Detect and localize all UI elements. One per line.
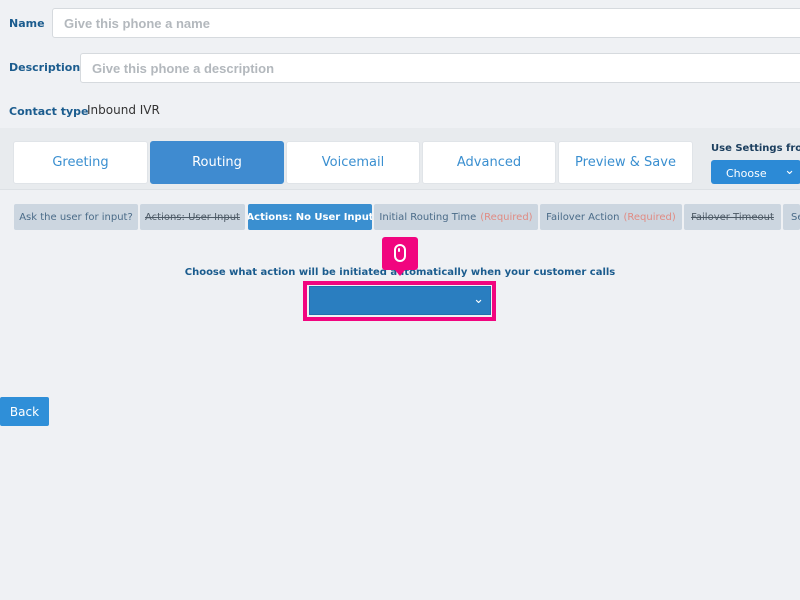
tab-preview-save[interactable]: Preview & Save xyxy=(558,141,693,184)
cursor-indicator xyxy=(382,237,418,276)
tab-greeting[interactable]: Greeting xyxy=(13,141,148,184)
subtab-actions-no-user-input[interactable]: Actions: No User Input xyxy=(248,204,372,230)
use-settings-label: Use Settings from xyxy=(711,143,800,154)
required-tag: (Required) xyxy=(623,211,676,223)
description-label: Description xyxy=(9,61,81,74)
tab-label: Advanced xyxy=(456,155,522,170)
subtab-actions-user-input[interactable]: Actions: User Input xyxy=(140,204,245,230)
subtab-label: Failover Timeout xyxy=(691,211,774,223)
choose-settings-dropdown[interactable]: Choose ⌄ xyxy=(711,160,800,184)
subtab-label: Actions: No User Input xyxy=(248,211,372,223)
mouse-icon xyxy=(394,244,406,262)
chevron-down-icon: ⌄ xyxy=(473,292,484,307)
tab-label: Voicemail xyxy=(321,155,385,170)
subtab-label: Actions: User Input xyxy=(145,211,240,223)
subtab-overflow[interactable]: Se xyxy=(783,204,800,230)
tab-label: Greeting xyxy=(52,155,109,170)
contact-type-label: Contact type xyxy=(9,105,89,118)
subtab-label: Se xyxy=(791,211,800,223)
subtab-label: Initial Routing Time xyxy=(379,211,477,223)
back-button[interactable]: Back xyxy=(0,397,49,426)
tab-label: Routing xyxy=(192,155,242,170)
description-input[interactable] xyxy=(80,53,800,83)
name-label: Name xyxy=(9,17,45,30)
name-input[interactable] xyxy=(52,8,800,38)
subtab-label: Ask the user for input? xyxy=(19,211,133,223)
subtab-failover-timeout[interactable]: Failover Timeout xyxy=(684,204,781,230)
main-tabs-panel: Greeting Routing Voicemail Advanced Prev… xyxy=(0,128,800,190)
tab-routing[interactable]: Routing xyxy=(150,141,284,184)
subtab-ask-user-input[interactable]: Ask the user for input? xyxy=(14,204,138,230)
choose-label: Choose xyxy=(726,167,767,180)
tab-label: Preview & Save xyxy=(575,155,676,170)
contact-type-value: Inbound IVR xyxy=(87,103,160,117)
required-tag: (Required) xyxy=(480,211,533,223)
tab-voicemail[interactable]: Voicemail xyxy=(286,141,420,184)
subtab-failover-action[interactable]: Failover Action (Required) xyxy=(540,204,682,230)
action-select[interactable]: ⌄ xyxy=(309,286,491,315)
chevron-down-icon: ⌄ xyxy=(784,163,795,178)
subtab-initial-routing-time[interactable]: Initial Routing Time (Required) xyxy=(374,204,538,230)
tab-advanced[interactable]: Advanced xyxy=(422,141,556,184)
routing-subtabs: Ask the user for input? Actions: User In… xyxy=(0,191,800,242)
subtab-label: Failover Action xyxy=(546,211,620,223)
